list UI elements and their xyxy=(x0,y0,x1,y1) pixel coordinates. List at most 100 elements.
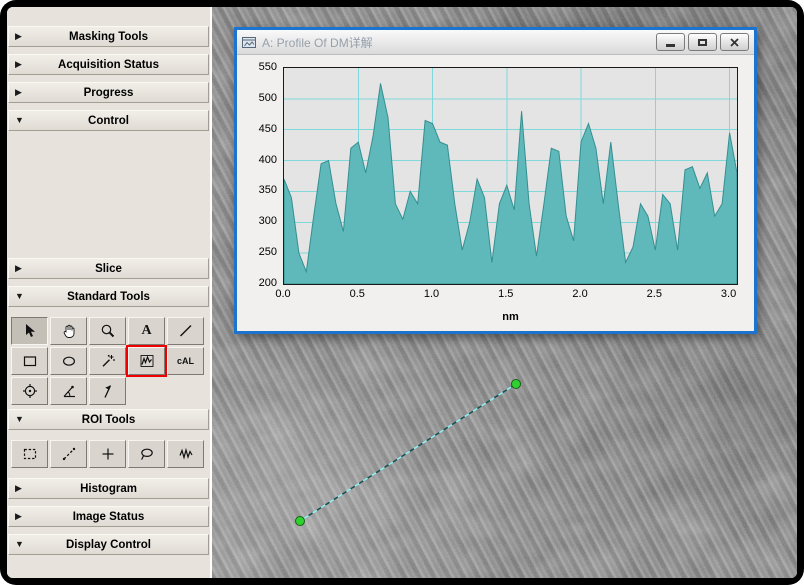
y-axis-tick-label: 550 xyxy=(239,61,277,73)
target-tool-button[interactable] xyxy=(11,377,48,405)
section-header-control[interactable]: ▼ Control xyxy=(8,110,209,131)
section-label: Control xyxy=(9,115,208,127)
application-frame: ▶ Masking Tools ▶ Acquisition Status ▶ P… xyxy=(0,0,804,585)
twisty-icon: ▼ xyxy=(15,116,27,125)
section-header-standard-tools[interactable]: ▼ Standard Tools xyxy=(8,286,209,307)
rectangle-roi-tool-button[interactable] xyxy=(11,440,48,468)
profile-tool-button[interactable] xyxy=(128,347,165,375)
section-label: Display Control xyxy=(9,539,208,551)
y-axis-tick-label: 400 xyxy=(239,154,277,166)
close-button[interactable] xyxy=(720,33,749,51)
y-axis-tick-label: 450 xyxy=(239,123,277,135)
line-roi-icon xyxy=(61,446,77,462)
y-axis-tick-label: 500 xyxy=(239,92,277,104)
angle-tool-button[interactable] xyxy=(50,377,87,405)
minimize-icon xyxy=(666,44,675,47)
roi-endpoint-start[interactable] xyxy=(296,517,305,526)
calibration-tool-button[interactable]: cAL xyxy=(167,347,204,375)
target-icon xyxy=(22,383,38,399)
line-icon xyxy=(178,323,194,339)
wand-tool-button[interactable] xyxy=(89,347,126,375)
curve-roi-tool-button[interactable] xyxy=(167,440,204,468)
roi-tools-grid xyxy=(7,437,210,469)
workspace: ▶ Masking Tools ▶ Acquisition Status ▶ P… xyxy=(7,7,797,578)
section-label: Masking Tools xyxy=(9,31,208,43)
oval-icon xyxy=(61,353,77,369)
curve-roi-icon xyxy=(178,446,194,462)
profile-chart-svg xyxy=(284,68,737,284)
section-header-masking-tools[interactable]: ▶ Masking Tools xyxy=(8,26,209,47)
window-title: A: Profile Of DM详解 xyxy=(262,34,653,51)
section-header-image-status[interactable]: ▶ Image Status xyxy=(8,506,209,527)
rectangle-icon xyxy=(22,353,38,369)
angle-icon xyxy=(61,383,77,399)
text-tool-button[interactable]: A xyxy=(128,317,165,345)
section-label: Acquisition Status xyxy=(9,59,208,71)
section-label: Standard Tools xyxy=(9,291,208,303)
rectangle-roi-icon xyxy=(22,446,38,462)
profile-window-titlebar[interactable]: A: Profile Of DM详解 xyxy=(237,30,754,55)
section-label: Progress xyxy=(9,87,208,99)
pointer-tool-button[interactable] xyxy=(11,317,48,345)
maximize-button[interactable] xyxy=(688,33,717,51)
section-header-acquisition-status[interactable]: ▶ Acquisition Status xyxy=(8,54,209,75)
flag-tool-button[interactable] xyxy=(89,377,126,405)
flag-icon xyxy=(100,383,116,399)
twisty-icon: ▶ xyxy=(15,32,27,41)
line-tool-button[interactable] xyxy=(167,317,204,345)
chart-body: nm 2002503003504004505005500.00.51.01.52… xyxy=(237,55,754,331)
sidebar-filler xyxy=(7,562,210,578)
text-tool-icon: A xyxy=(141,323,151,339)
section-header-histogram[interactable]: ▶ Histogram xyxy=(8,478,209,499)
close-icon xyxy=(730,38,739,47)
profile-area-series xyxy=(284,83,737,284)
lasso-roi-tool-button[interactable] xyxy=(128,440,165,468)
section-label: Slice xyxy=(9,263,208,275)
section-header-slice[interactable]: ▶ Slice xyxy=(8,258,209,279)
twisty-icon: ▶ xyxy=(15,264,27,273)
twisty-icon: ▼ xyxy=(15,292,27,301)
line-roi-tool-button[interactable] xyxy=(50,440,87,468)
calibration-tool-icon: cAL xyxy=(177,356,194,366)
profile-plot xyxy=(283,67,738,285)
y-axis-tick-label: 350 xyxy=(239,184,277,196)
y-axis-tick-label: 250 xyxy=(239,246,277,258)
x-axis-tick-label: 0.5 xyxy=(342,288,372,300)
y-axis-tick-label: 300 xyxy=(239,215,277,227)
twisty-icon: ▼ xyxy=(15,415,27,424)
section-header-progress[interactable]: ▶ Progress xyxy=(8,82,209,103)
maximize-icon xyxy=(698,39,707,46)
lasso-roi-icon xyxy=(139,446,155,462)
control-section-content xyxy=(7,138,210,251)
section-label: Image Status xyxy=(9,511,208,523)
wand-icon xyxy=(100,353,116,369)
x-axis-label: nm xyxy=(283,311,738,323)
x-axis-tick-label: 1.0 xyxy=(417,288,447,300)
x-axis-tick-label: 2.0 xyxy=(565,288,595,300)
twisty-icon: ▼ xyxy=(15,540,27,549)
point-roi-tool-button[interactable] xyxy=(89,440,126,468)
x-axis-tick-label: 2.5 xyxy=(639,288,669,300)
section-header-display-control[interactable]: ▼ Display Control xyxy=(8,534,209,555)
oval-tool-button[interactable] xyxy=(50,347,87,375)
roi-endpoint-end[interactable] xyxy=(512,380,521,389)
x-axis-tick-label: 0.0 xyxy=(268,288,298,300)
minimize-button[interactable] xyxy=(656,33,685,51)
magnifier-icon xyxy=(100,323,116,339)
document-area: A: Profile Of DM详解 nm 200250300350400450… xyxy=(212,7,797,578)
section-header-roi-tools[interactable]: ▼ ROI Tools xyxy=(8,409,209,430)
x-axis-tick-label: 1.5 xyxy=(491,288,521,300)
x-axis-tick-label: 3.0 xyxy=(714,288,744,300)
zoom-tool-button[interactable] xyxy=(89,317,126,345)
section-label: ROI Tools xyxy=(9,414,208,426)
rectangle-tool-button[interactable] xyxy=(11,347,48,375)
twisty-icon: ▶ xyxy=(15,512,27,521)
hand-tool-button[interactable] xyxy=(50,317,87,345)
profile-icon xyxy=(139,353,155,369)
tool-palette-sidebar: ▶ Masking Tools ▶ Acquisition Status ▶ P… xyxy=(7,7,212,578)
standard-tools-grid: A cAL xyxy=(7,314,210,406)
point-roi-icon xyxy=(100,446,116,462)
twisty-icon: ▶ xyxy=(15,60,27,69)
twisty-icon: ▶ xyxy=(15,88,27,97)
pointer-icon xyxy=(22,323,38,339)
